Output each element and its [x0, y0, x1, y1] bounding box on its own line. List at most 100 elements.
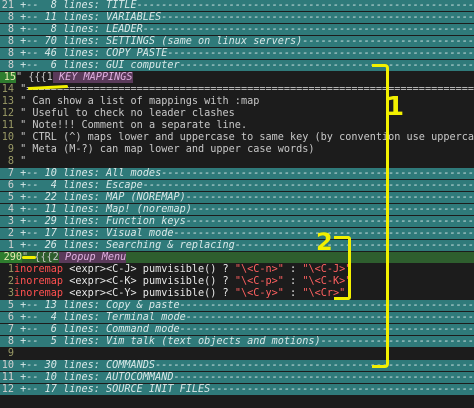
- annotation-underline-2: [22, 256, 36, 259]
- line-number: 13: [1, 96, 14, 107]
- fold-line[interactable]: 3 +-- 29 lines: Function keys-----------…: [0, 216, 474, 227]
- line-number: 8: [7, 60, 14, 71]
- fold-line[interactable]: 11 +-- 10 lines: AUTOCOMMAND------------…: [0, 372, 474, 383]
- code-line[interactable]: 2inoremap <expr><C-K> pumvisible() ? "\<…: [0, 276, 474, 287]
- line-number: 1: [7, 264, 14, 275]
- line-number: 21: [1, 0, 14, 11]
- code-text: <expr><C-Y> pumvisible() ?: [63, 288, 235, 299]
- line-number: 15: [0, 72, 16, 83]
- line-number: 3: [7, 288, 14, 299]
- fold-text: +-- 22 lines: MAP (NOREMAP)-------------…: [14, 192, 474, 203]
- fold-line[interactable]: 8 +-- 6 lines: GUI computer-------------…: [0, 60, 474, 71]
- comment-text: " Useful to check no leader clashes: [20, 108, 235, 119]
- fold-text: +-- 6 lines: Command mode---------------…: [14, 324, 474, 335]
- string-literal: "\<C-y>": [234, 288, 284, 299]
- code-text: :: [283, 276, 303, 287]
- fold-line[interactable]: 8 +-- 70 lines: SETTINGS (same on linux …: [0, 36, 474, 47]
- section-header-popup-menu[interactable]: 290" {{{2 Popup Menu: [0, 252, 474, 263]
- vim-editor[interactable]: 21 +-- 8 lines: TITLE-------------------…: [0, 0, 474, 408]
- fold-text: +-- 10 lines: All modes-----------------…: [14, 168, 474, 179]
- fold-text: +-- 4 lines: Escape---------------------…: [14, 180, 474, 191]
- line-number: 8: [7, 48, 14, 59]
- fold-text: +-- 46 lines: COPY PASTE----------------…: [14, 48, 474, 59]
- fold-text: +-- 26 lines: Searching & replacing-----…: [14, 240, 474, 251]
- fold-text: +-- 11 lines: VARIABLES-----------------…: [14, 12, 474, 23]
- comment-text: " Meta (M-?) can map lower and upper cas…: [20, 144, 315, 155]
- fold-line[interactable]: 7 +-- 10 lines: All modes---------------…: [0, 168, 474, 179]
- comment-text: "=======================================…: [20, 84, 474, 95]
- line-number: 14: [1, 84, 14, 95]
- string-literal: "\<C-n>": [234, 264, 284, 275]
- fold-line[interactable]: 5 +-- 13 lines: Copy & paste------------…: [0, 300, 474, 311]
- fold-line[interactable]: 2 +-- 17 lines: Visual mode-------------…: [0, 228, 474, 239]
- line-number: 6: [7, 312, 14, 323]
- fold-line[interactable]: 6 +-- 4 lines: Escape-------------------…: [0, 180, 474, 191]
- fold-line[interactable]: 10 +-- 30 lines: COMMANDS---------------…: [0, 360, 474, 371]
- line-number: 11: [1, 372, 14, 383]
- line-number: 3: [7, 216, 14, 227]
- line-number: 5: [7, 192, 14, 203]
- line-number: 12: [1, 384, 14, 395]
- annotation-label-1: 1: [386, 92, 405, 122]
- line-number: 6: [7, 180, 14, 191]
- fold-line[interactable]: 8 +-- 8 lines: LEADER-------------------…: [0, 24, 474, 35]
- line-number: 8: [7, 36, 14, 47]
- fold-text: +-- 6 lines: GUI computer---------------…: [14, 60, 474, 71]
- fold-marker: {{{2: [34, 252, 59, 263]
- fold-line[interactable]: 8 +-- 5 lines: Vim talk (text objects an…: [0, 336, 474, 347]
- fold-line[interactable]: 1 +-- 26 lines: Searching & replacing---…: [0, 240, 474, 251]
- section-title: Popup Menu: [58, 252, 127, 263]
- command-keyword: inoremap: [14, 264, 64, 275]
- line-number: 1: [7, 240, 14, 251]
- fold-line[interactable]: 7 +-- 6 lines: Command mode-------------…: [0, 324, 474, 335]
- line-number: 9: [7, 348, 14, 359]
- comment-prefix: ": [16, 72, 29, 83]
- line-number: 11: [1, 120, 14, 131]
- code-text: <expr><C-K> pumvisible() ?: [63, 276, 235, 287]
- fold-line[interactable]: 12 +-- 17 lines: SOURCE INIT FILES------…: [0, 384, 474, 395]
- line-number: 10: [1, 132, 14, 143]
- code-line[interactable]: 9 " Meta (M-?) can map lower and upper c…: [0, 144, 474, 155]
- annotation-label-2: 2: [316, 228, 333, 256]
- fold-text: +-- 29 lines: Function keys-------------…: [14, 216, 474, 227]
- fold-line[interactable]: 6 +-- 4 lines: Terminal mode------------…: [0, 312, 474, 323]
- fold-text: +-- 17 lines: SOURCE INIT FILES---------…: [14, 384, 474, 395]
- fold-line[interactable]: 5 +-- 22 lines: MAP (NOREMAP)-----------…: [0, 192, 474, 203]
- fold-marker: {{{1: [28, 72, 53, 83]
- line-number: 8: [7, 156, 14, 167]
- code-line[interactable]: 3inoremap <expr><C-Y> pumvisible() ? "\<…: [0, 288, 474, 299]
- string-literal: "\<C-p>": [234, 276, 284, 287]
- line-number: 10: [1, 360, 14, 371]
- fold-line[interactable]: 8 +-- 46 lines: COPY PASTE--------------…: [0, 48, 474, 59]
- current-line-number: 290: [0, 252, 22, 263]
- code-line[interactable]: 8 ": [0, 156, 474, 167]
- fold-text: +-- 4 lines: Terminal mode--------------…: [14, 312, 474, 323]
- line-number: 7: [7, 324, 14, 335]
- fold-text: +-- 8 lines: TITLE----------------------…: [14, 0, 474, 11]
- line-number: 2: [7, 276, 14, 287]
- code-text: <expr><C-J> pumvisible() ?: [63, 264, 235, 275]
- section-title: KEY MAPPINGS: [52, 72, 133, 83]
- fold-text: +-- 5 lines: Vim talk (text objects and …: [14, 336, 474, 347]
- line-number: 8: [7, 12, 14, 23]
- line-number: 7: [7, 168, 14, 179]
- fold-text: +-- 30 lines: COMMANDS------------------…: [14, 360, 474, 371]
- status-area: [0, 396, 474, 408]
- fold-line[interactable]: 4 +-- 11 lines: Map! (noremap)----------…: [0, 204, 474, 215]
- comment-text: " CTRL (^) maps lower and uppercase to s…: [20, 132, 474, 143]
- code-text: :: [283, 264, 303, 275]
- fold-line[interactable]: 8 +-- 11 lines: VARIABLES---------------…: [0, 12, 474, 23]
- fold-text: +-- 8 lines: LEADER---------------------…: [14, 24, 474, 35]
- line-number: 4: [7, 204, 14, 215]
- line-number: 12: [1, 108, 14, 119]
- empty-line[interactable]: 9: [0, 348, 474, 359]
- command-keyword: inoremap: [14, 276, 64, 287]
- comment-text: " Note!!! Comment on a separate line.: [20, 120, 248, 131]
- section-header-key-mappings[interactable]: 15" {{{1 KEY MAPPINGS: [0, 72, 474, 83]
- fold-line[interactable]: 21 +-- 8 lines: TITLE-------------------…: [0, 0, 474, 11]
- line-number: 5: [7, 300, 14, 311]
- line-number: 8: [7, 336, 14, 347]
- code-line[interactable]: 10 " CTRL (^) maps lower and uppercase t…: [0, 132, 474, 143]
- command-keyword: inoremap: [14, 288, 64, 299]
- code-line[interactable]: 1inoremap <expr><C-J> pumvisible() ? "\<…: [0, 264, 474, 275]
